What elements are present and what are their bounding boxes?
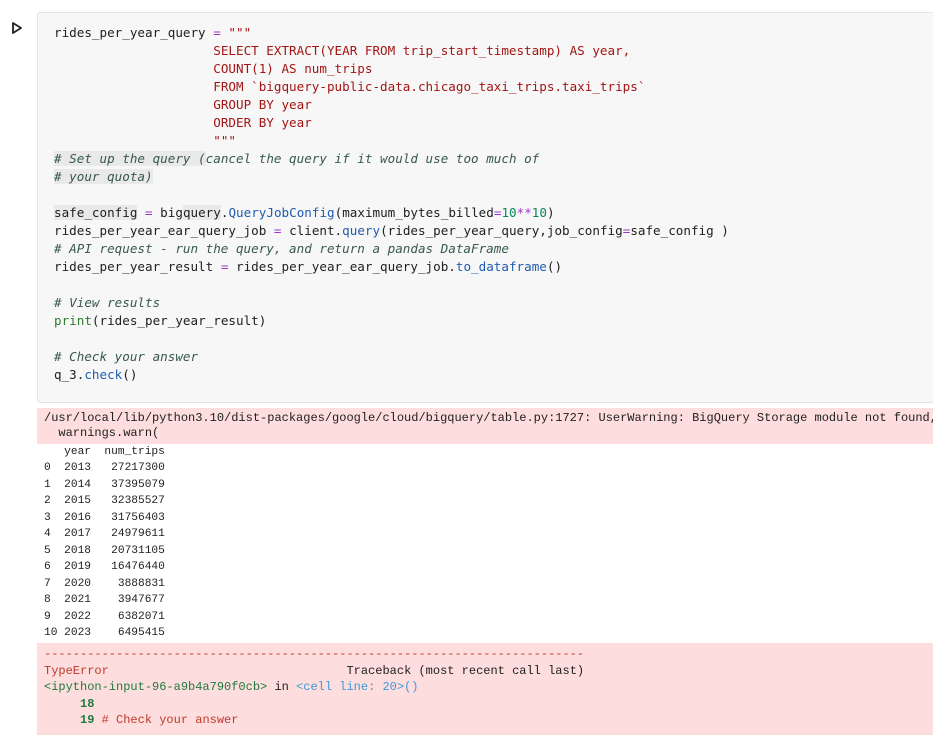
dataframe-row: 8 2021 3947677 (44, 594, 165, 607)
dataframe-header: year num_trips (44, 446, 165, 458)
error-name: TypeError (44, 663, 109, 678)
code-token: cancel the query if it would use too muc… (205, 151, 540, 166)
traceback-separator: ----------------------------------------… (44, 647, 585, 661)
dataframe-row: 10 2023 6495415 (44, 626, 165, 639)
code-token: safe_config ) (630, 223, 729, 238)
code-token: (rides_per_year_query,job_config (380, 223, 623, 238)
code-line: GROUP BY year (54, 97, 312, 112)
play-icon (12, 22, 22, 34)
error-output: ----------------------------------------… (37, 643, 933, 735)
code-token: rides_per_year_ear_query_job (54, 223, 274, 238)
code-token: = (145, 205, 153, 220)
dataframe-row: 1 2014 37395079 (44, 478, 165, 491)
code-token: client. (281, 223, 343, 238)
code-token: # your quota) (54, 169, 153, 184)
code-line: """ (54, 133, 236, 148)
code-line: # Set up the query (cancel the query if … (54, 151, 539, 166)
traceback-label: Traceback (most recent call last) (346, 663, 585, 678)
code-line: safe_config = bigquery.QueryJobConfig(ma… (54, 205, 555, 220)
code-token: (maximum_bytes_billed (334, 205, 494, 220)
code-token: () (546, 259, 563, 274)
dataframe-row: 5 2018 20731105 (44, 544, 165, 557)
code-token: # View results (54, 295, 161, 310)
code-token: 10 (531, 205, 547, 220)
code-token: query (182, 205, 221, 220)
code-line: rides_per_year_query = """ (54, 25, 251, 40)
code-token: ** (516, 205, 532, 220)
code-token: rides_per_year_query (54, 25, 214, 40)
code-token: ) (546, 205, 555, 220)
dataframe-text: year num_trips 0 2013 27217300 1 2014 37… (37, 444, 933, 641)
code-token: check (84, 367, 123, 382)
code-token: big (152, 205, 183, 220)
code-line: q_3.check() (54, 367, 137, 382)
code-token: SELECT EXTRACT(YEAR FROM trip_start_time… (213, 43, 631, 58)
code-token: ORDER BY year (213, 115, 312, 130)
code-token: q_3. (54, 367, 85, 382)
run-cell-button[interactable] (10, 20, 24, 34)
warning-line-1: /usr/local/lib/python3.10/dist-packages/… (44, 411, 933, 425)
dataframe-row: 3 2016 31756403 (44, 511, 165, 524)
code-token: QueryJobConfig (228, 205, 335, 220)
dataframe-output: year num_trips 0 2013 27217300 1 2014 37… (37, 444, 933, 641)
code-token: = (213, 25, 221, 40)
code-token: """ (213, 133, 236, 148)
in-word: in (267, 680, 297, 694)
code-token: # Check your answer (54, 349, 199, 364)
code-token: # API request - run the query, and retur… (54, 241, 509, 256)
dataframe-row: 9 2022 6382071 (44, 610, 165, 623)
code-token: rides_per_year_ear_query_job. (228, 259, 456, 274)
code-token: (rides_per_year_result) (91, 313, 267, 328)
warning-line-2: warnings.warn( (44, 426, 160, 440)
input-ref: <ipython-input-96-a9b4a790f0cb> (44, 680, 268, 694)
line-19-comment: # Check your answer (94, 713, 239, 727)
cell-line-link[interactable]: <cell line: 20>() (296, 680, 418, 694)
code-line: # your quota) (54, 169, 153, 184)
code-token: safe_config (54, 205, 138, 220)
code-token: FROM `bigquery-public-data.chicago_taxi_… (213, 79, 646, 94)
dataframe-row: 6 2019 16476440 (44, 561, 165, 574)
code-line: rides_per_year_ear_query_job = client.qu… (54, 223, 729, 238)
dataframe-row: 2 2015 32385527 (44, 495, 165, 508)
dataframe-row: 7 2020 3888831 (44, 577, 165, 590)
code-token: # Set up the query ( (54, 151, 206, 166)
code-line: # Check your answer (54, 349, 198, 364)
line-number-19: 19 (80, 713, 95, 727)
code-line: print(rides_per_year_result) (54, 313, 266, 328)
code-line: FROM `bigquery-public-data.chicago_taxi_… (54, 79, 645, 94)
dataframe-row: 0 2013 27217300 (44, 462, 165, 475)
code-token: () (122, 367, 138, 382)
code-token: query (342, 223, 381, 238)
line-number-18: 18 (80, 696, 95, 711)
code-token: GROUP BY year (213, 97, 312, 112)
code-line: COUNT(1) AS num_trips (54, 61, 372, 76)
code-editor-text[interactable]: rides_per_year_query = """ SELECT EXTRAC… (54, 24, 729, 384)
code-line: # API request - run the query, and retur… (54, 241, 509, 256)
code-token: rides_per_year_result (54, 259, 221, 274)
code-cell-editor[interactable]: rides_per_year_query = """ SELECT EXTRAC… (37, 12, 933, 403)
code-line: # View results (54, 295, 160, 310)
code-line: rides_per_year_result = rides_per_year_e… (54, 259, 562, 274)
code-token: COUNT(1) AS num_trips (213, 61, 373, 76)
dataframe-row: 4 2017 24979611 (44, 528, 165, 541)
warning-output: /usr/local/lib/python3.10/dist-packages/… (37, 408, 933, 444)
code-token: print (54, 313, 92, 328)
code-token: """ (228, 25, 252, 40)
code-token: 10 (501, 205, 517, 220)
code-line: SELECT EXTRACT(YEAR FROM trip_start_time… (54, 43, 630, 58)
code-token: to_dataframe (455, 259, 547, 274)
code-line: ORDER BY year (54, 115, 312, 130)
